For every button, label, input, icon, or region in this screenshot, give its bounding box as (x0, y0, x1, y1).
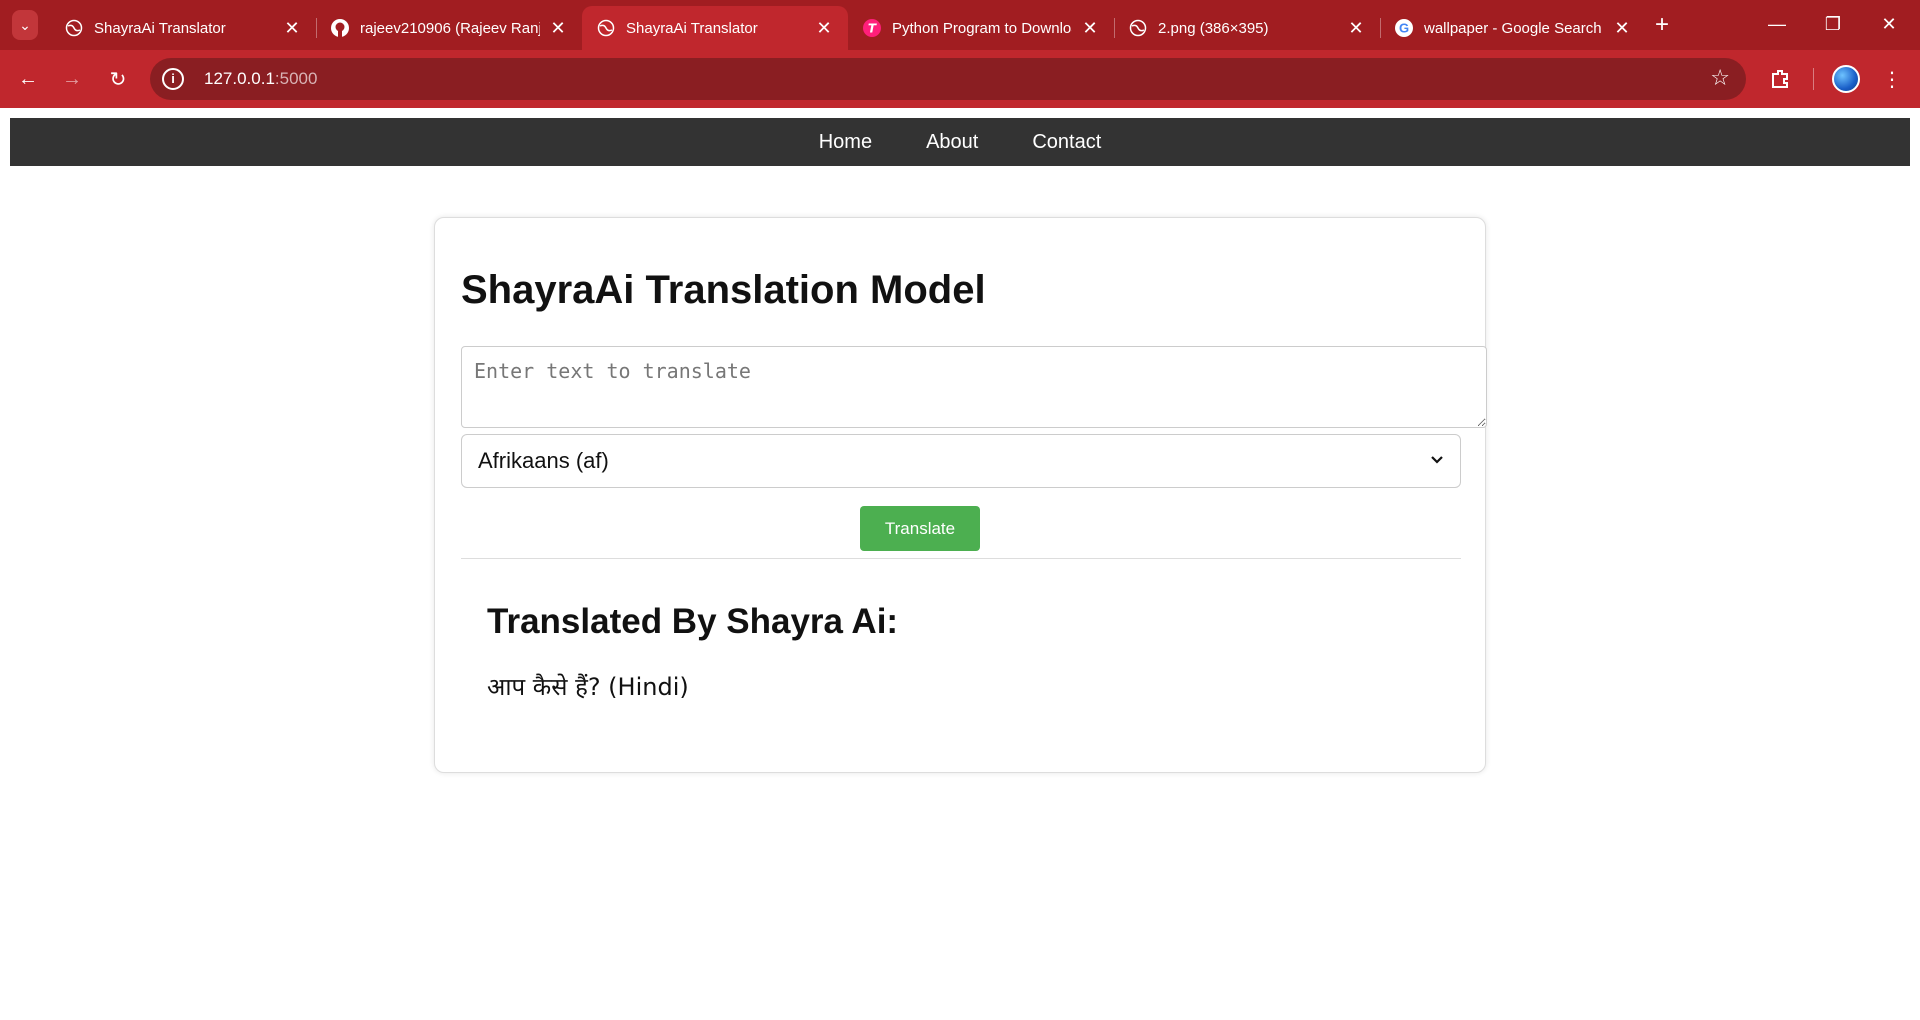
toolbar-divider (1813, 68, 1814, 90)
browser-tab-1[interactable]: ShayraAi Translator ✕ (50, 6, 316, 50)
close-icon[interactable]: ✕ (548, 18, 568, 38)
tab-title: 2.png (386×395) (1158, 19, 1269, 37)
google-icon: G (1394, 18, 1414, 38)
globe-icon (596, 18, 616, 38)
url-text: 127.0.0.1:5000 (204, 69, 318, 88)
globe-icon (64, 18, 84, 38)
nav-about-link[interactable]: About (926, 131, 978, 154)
language-select-value: Afrikaans (af) (478, 448, 609, 473)
chevron-down-icon (1430, 452, 1444, 470)
chevron-down-icon: ⌄ (19, 16, 31, 33)
tab-title: ShayraAi Translator (626, 19, 758, 37)
restore-icon[interactable]: ❐ (1810, 8, 1856, 40)
close-icon[interactable]: ✕ (282, 18, 302, 38)
site-info-icon[interactable]: i (162, 68, 184, 90)
translation-result: आप कैसे हैं? (Hindi) (487, 673, 689, 701)
github-icon (330, 18, 350, 38)
language-select[interactable]: Afrikaans (af) (461, 434, 1461, 488)
close-icon[interactable]: ✕ (814, 18, 834, 38)
menu-kebab-icon[interactable]: ⋮ (1876, 63, 1908, 95)
close-icon[interactable]: ✕ (1612, 18, 1632, 38)
translator-card: ShayraAi Translation Model Afrikaans (af… (434, 217, 1487, 773)
page-title: ShayraAi Translation Model (461, 268, 986, 312)
translate-input[interactable] (461, 346, 1487, 428)
browser-tab-4[interactable]: T Python Program to Download ✕ (848, 6, 1114, 50)
address-bar[interactable]: i 127.0.0.1:5000 ☆ (150, 58, 1746, 100)
close-icon[interactable]: ✕ (1080, 18, 1100, 38)
nav-contact-link[interactable]: Contact (1032, 131, 1101, 154)
browser-tab-5[interactable]: 2.png (386×395) ✕ (1114, 6, 1380, 50)
profile-avatar[interactable] (1832, 65, 1860, 93)
back-icon[interactable]: ← (12, 63, 44, 95)
tab-title: wallpaper - Google Search (1424, 19, 1602, 37)
top-navbar: Home About Contact (10, 118, 1910, 166)
browser-tab-6[interactable]: G wallpaper - Google Search ✕ (1380, 6, 1646, 50)
svg-text:T: T (868, 22, 877, 36)
bookmark-star-icon[interactable]: ☆ (1710, 67, 1730, 89)
close-icon[interactable]: ✕ (1346, 18, 1366, 38)
translate-button[interactable]: Translate (860, 506, 980, 551)
close-window-icon[interactable]: ✕ (1866, 8, 1912, 40)
reload-icon[interactable]: ↻ (102, 63, 134, 95)
browser-toolbar: ← → ↻ i 127.0.0.1:5000 ☆ ⋮ (0, 50, 1920, 108)
globe-icon (1128, 18, 1148, 38)
tab-search-button[interactable]: ⌄ (12, 10, 38, 40)
browser-tab-2[interactable]: rajeev210906 (Rajeev Ranjan) ✕ (316, 6, 582, 50)
extensions-icon[interactable] (1764, 63, 1796, 95)
forward-icon[interactable]: → (56, 63, 88, 95)
nav-home-link[interactable]: Home (819, 131, 872, 154)
browser-tab-3-active[interactable]: ShayraAi Translator ✕ (582, 6, 848, 50)
new-tab-button[interactable]: + (1648, 12, 1676, 40)
browser-tabstrip: ⌄ ShayraAi Translator ✕ rajeev210906 (Ra… (0, 0, 1920, 50)
page: Home About Contact ShayraAi Translation … (0, 112, 1920, 1020)
tab-title: ShayraAi Translator (94, 19, 226, 37)
tab-title: rajeev210906 (Rajeev Ranjan) (360, 19, 540, 37)
divider (461, 558, 1461, 559)
pink-t-icon: T (862, 18, 882, 38)
svg-text:G: G (1399, 21, 1409, 36)
tab-title: Python Program to Download (892, 19, 1072, 37)
minimize-icon[interactable]: — (1754, 8, 1800, 40)
result-heading: Translated By Shayra Ai: (487, 602, 899, 641)
